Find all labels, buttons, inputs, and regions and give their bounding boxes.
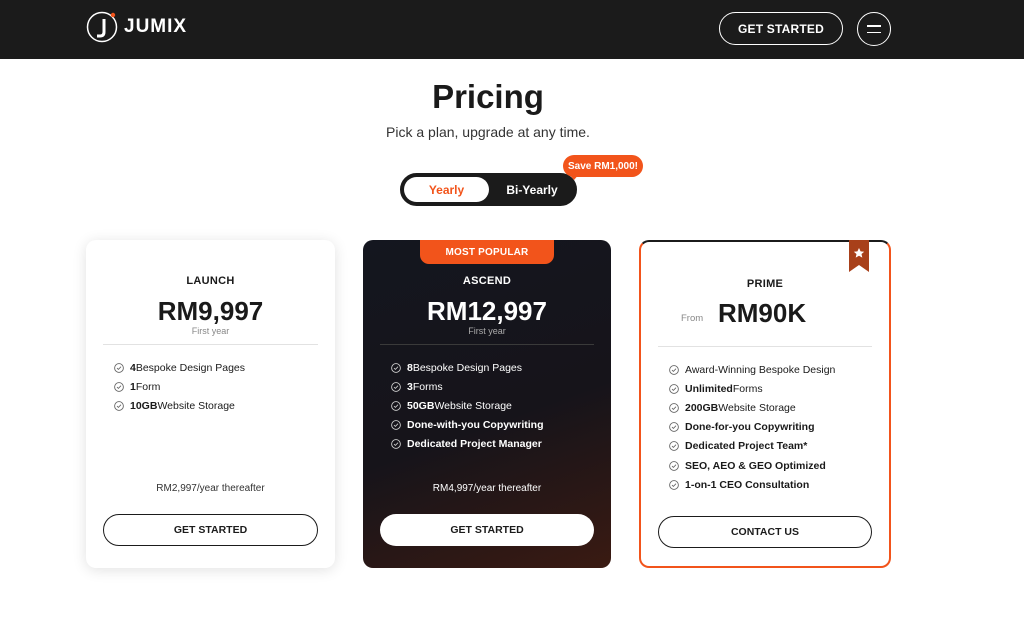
feature-bold: Done-for-you Copywriting <box>685 421 815 434</box>
launch-get-started-button[interactable]: GET STARTED <box>103 514 318 546</box>
brand-logo[interactable]: JUMIX <box>86 11 187 43</box>
save-badge: Save RM1,000! <box>563 155 643 177</box>
plan-card-launch: LAUNCH RM9,997 First year 4 Bespoke Desi… <box>86 240 335 568</box>
feature-text: Forms <box>732 382 763 395</box>
feature-bold: Done-with-you Copywriting <box>407 419 544 432</box>
list-item: Done-with-you Copywriting <box>391 416 544 435</box>
check-icon <box>669 460 679 471</box>
check-icon <box>669 479 679 490</box>
list-item: Dedicated Project Manager <box>391 435 544 454</box>
plan-card-prime: PRIME From RM90K Award-Winning Bespoke D… <box>639 240 891 568</box>
price-prefix: From <box>681 313 704 324</box>
feature-list: 8 Bespoke Design Pages 3 Forms 50GB Webs… <box>391 358 544 454</box>
list-item: Unlimited Forms <box>669 379 835 398</box>
brand-name: JUMIX <box>124 16 188 37</box>
feature-bold: 200GB <box>685 401 719 414</box>
check-icon <box>669 441 679 452</box>
feature-text: Website Storage <box>157 399 235 412</box>
feature-bold: SEO, AEO & GEO Optimized <box>685 459 826 472</box>
check-icon <box>669 383 679 394</box>
plan-price: RM9,997 <box>157 296 264 326</box>
list-item: 4 Bespoke Design Pages <box>114 358 245 377</box>
feature-bold: 50GB <box>407 399 435 412</box>
check-icon <box>669 422 679 433</box>
top-navbar: JUMIX GET STARTED <box>0 0 1024 59</box>
billing-toggle: Yearly Bi-Yearly <box>400 173 577 206</box>
star-ribbon-icon <box>849 240 869 272</box>
list-item: Dedicated Project Team* <box>669 437 835 456</box>
feature-bold: 1-on-1 CEO Consultation <box>685 478 810 491</box>
check-icon <box>391 420 401 431</box>
feature-text: Bespoke Design Pages <box>135 361 245 374</box>
check-icon <box>114 362 124 373</box>
feature-list: Award-Winning Bespoke Design Unlimited F… <box>669 360 835 494</box>
logo-mark-icon <box>86 11 118 43</box>
check-icon <box>669 403 679 413</box>
plan-price: RM12,997 <box>427 296 547 326</box>
ascend-get-started-button[interactable]: GET STARTED <box>380 514 594 546</box>
feature-bold: Dedicated Project Manager <box>407 438 542 451</box>
most-popular-badge: MOST POPULAR <box>420 240 554 264</box>
feature-text: Website Storage <box>434 399 512 412</box>
check-icon <box>391 439 401 450</box>
plan-note: First year <box>191 326 230 336</box>
plan-name: ASCEND <box>462 275 512 287</box>
list-item: 200GB Website Storage <box>669 398 835 417</box>
divider <box>103 344 318 345</box>
page-title: Pricing <box>432 78 544 115</box>
list-item: 8 Bespoke Design Pages <box>391 358 544 377</box>
page-subtitle: Pick a plan, upgrade at any time. <box>386 124 590 140</box>
list-item: SEO, AEO & GEO Optimized <box>669 456 835 475</box>
check-icon <box>391 381 401 392</box>
contact-us-button[interactable]: CONTACT US <box>658 516 872 548</box>
feature-text: Form <box>135 380 161 393</box>
feature-bold: Unlimited <box>685 382 733 395</box>
list-item: 1-on-1 CEO Consultation <box>669 475 835 494</box>
list-item: 3 Forms <box>391 377 544 396</box>
renewal-price-text: RM2,997/year thereafter <box>156 483 265 494</box>
check-icon <box>114 401 124 411</box>
feature-text: Bespoke Design Pages <box>412 361 522 374</box>
feature-text: Website Storage <box>718 401 796 414</box>
check-icon <box>669 364 679 375</box>
feature-bold: 10GB <box>130 399 158 412</box>
toggle-option-yearly[interactable]: Yearly <box>404 177 489 202</box>
plan-name: LAUNCH <box>186 275 235 287</box>
check-icon <box>391 362 401 373</box>
list-item: 1 Form <box>114 377 245 396</box>
list-item: Done-for-you Copywriting <box>669 418 835 437</box>
check-icon <box>114 381 124 392</box>
plan-price: RM90K <box>718 298 807 328</box>
hamburger-menu-icon[interactable] <box>857 12 891 46</box>
plan-note: First year <box>468 326 506 336</box>
renewal-price-text: RM4,997/year thereafter <box>432 483 542 494</box>
divider <box>380 344 594 345</box>
divider <box>658 346 872 347</box>
list-item: Award-Winning Bespoke Design <box>669 360 835 379</box>
list-item: 10GB Website Storage <box>114 396 245 415</box>
header-get-started-button[interactable]: GET STARTED <box>719 12 843 45</box>
toggle-option-bi-yearly[interactable]: Bi-Yearly <box>491 177 573 202</box>
list-item: 50GB Website Storage <box>391 396 544 415</box>
feature-bold: Dedicated Project Team* <box>685 440 808 453</box>
plan-card-ascend: MOST POPULAR ASCEND RM12,997 First year … <box>363 240 611 568</box>
plan-name: PRIME <box>746 278 784 290</box>
feature-text: Award-Winning Bespoke Design <box>685 363 836 376</box>
feature-text: Forms <box>412 380 443 393</box>
feature-list: 4 Bespoke Design Pages 1 Form 10GB Websi… <box>114 358 245 416</box>
check-icon <box>391 401 401 411</box>
